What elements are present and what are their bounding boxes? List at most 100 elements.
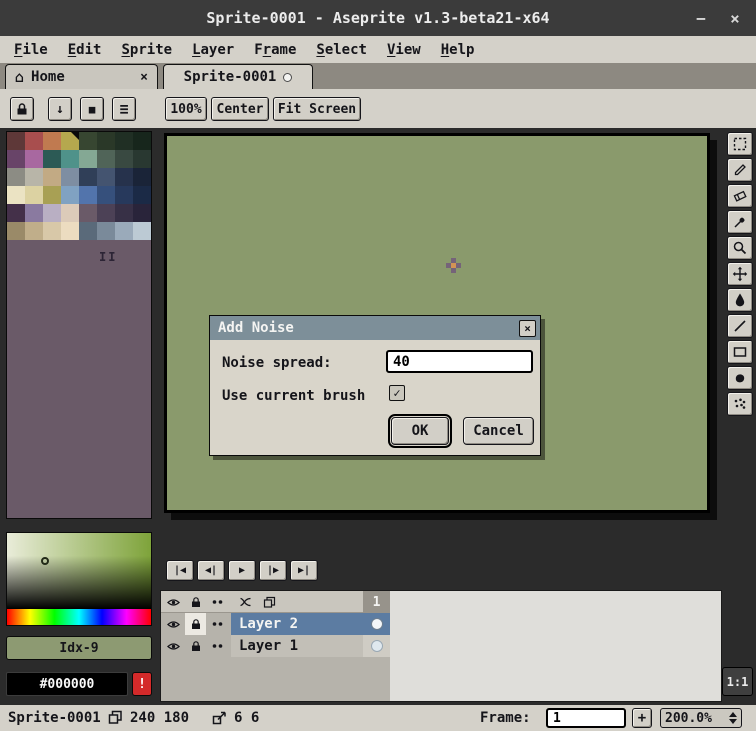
zoom-100-button[interactable]: 100% bbox=[165, 97, 207, 121]
minimize-button[interactable]: − bbox=[684, 0, 718, 36]
center-button[interactable]: Center bbox=[211, 97, 269, 121]
palette-swatch[interactable] bbox=[79, 222, 97, 240]
palette-swatch[interactable] bbox=[97, 222, 115, 240]
palette-swatch[interactable] bbox=[43, 222, 61, 240]
palette-swatch[interactable] bbox=[133, 204, 151, 222]
zoom-level-field[interactable]: 200.0% bbox=[660, 708, 742, 728]
palette-swatch[interactable] bbox=[25, 204, 43, 222]
skip-start-button[interactable]: |◀ bbox=[166, 560, 194, 581]
layer2-eye-icon[interactable] bbox=[163, 613, 184, 635]
palette-swatch[interactable] bbox=[97, 186, 115, 204]
palette-swatch[interactable] bbox=[43, 186, 61, 204]
fit-screen-button[interactable]: Fit Screen bbox=[273, 97, 361, 121]
palette-swatch[interactable] bbox=[61, 204, 79, 222]
palette-swatch[interactable] bbox=[115, 132, 133, 150]
hex-color-field[interactable]: #000000 bbox=[6, 672, 128, 696]
tool-line[interactable] bbox=[727, 314, 753, 338]
layer1-name[interactable]: Layer 1 bbox=[231, 635, 363, 657]
tool-paint-bucket[interactable] bbox=[727, 288, 753, 312]
menu-file[interactable]: File bbox=[4, 36, 58, 63]
menu-options-button[interactable]: ≡ bbox=[112, 97, 136, 121]
palette-swatch[interactable] bbox=[115, 222, 133, 240]
layer2-lock-icon[interactable] bbox=[185, 613, 206, 635]
palette-swatch[interactable] bbox=[43, 150, 61, 168]
palette-swatch[interactable] bbox=[133, 168, 151, 186]
menu-layer[interactable]: Layer bbox=[182, 36, 244, 63]
palette-swatch[interactable] bbox=[97, 204, 115, 222]
lock-header-icon[interactable] bbox=[185, 592, 206, 612]
palette-swatch[interactable] bbox=[61, 222, 79, 240]
palette-swatch[interactable] bbox=[61, 186, 79, 204]
tool-jumble[interactable] bbox=[727, 392, 753, 416]
palette-swatch[interactable] bbox=[115, 168, 133, 186]
layer-row-1[interactable]: Layer 1 bbox=[161, 635, 722, 657]
tool-contour[interactable] bbox=[727, 366, 753, 390]
add-frame-button[interactable]: + bbox=[632, 708, 652, 728]
layers-header-icon[interactable] bbox=[259, 592, 280, 612]
palette-swatch[interactable] bbox=[133, 222, 151, 240]
palette-swatch[interactable] bbox=[25, 132, 43, 150]
palette-swatch[interactable] bbox=[79, 132, 97, 150]
menu-help[interactable]: Help bbox=[431, 36, 485, 63]
menu-frame[interactable]: Frame bbox=[244, 36, 306, 63]
palette-swatch[interactable] bbox=[79, 150, 97, 168]
palette-swatch[interactable] bbox=[7, 222, 25, 240]
palette-swatch[interactable] bbox=[7, 186, 25, 204]
link-dots-header-icon[interactable] bbox=[207, 592, 228, 612]
palette-swatch[interactable] bbox=[115, 204, 133, 222]
tool-pencil[interactable] bbox=[727, 158, 753, 182]
satval-marker[interactable] bbox=[41, 557, 49, 565]
onion-skin-icon[interactable] bbox=[235, 592, 256, 612]
palette-swatch[interactable] bbox=[79, 168, 97, 186]
palette-swatch[interactable] bbox=[97, 150, 115, 168]
palette-swatch[interactable] bbox=[25, 186, 43, 204]
frame-number-header[interactable]: 1 bbox=[363, 591, 390, 613]
color-warning-button[interactable]: ! bbox=[132, 672, 152, 696]
layer2-link-dots-icon[interactable] bbox=[207, 613, 228, 635]
cancel-button[interactable]: Cancel bbox=[463, 417, 534, 445]
menu-select[interactable]: Select bbox=[306, 36, 377, 63]
palette-swatch[interactable] bbox=[79, 204, 97, 222]
arrow-down-button[interactable]: ↓ bbox=[48, 97, 72, 121]
dialog-title-bar[interactable]: Add Noise bbox=[210, 316, 540, 340]
palette-swatch[interactable] bbox=[97, 132, 115, 150]
palette-swatch[interactable] bbox=[7, 132, 25, 150]
palette-swatch[interactable] bbox=[61, 150, 79, 168]
palette-swatch[interactable] bbox=[133, 186, 151, 204]
palette-swatch[interactable] bbox=[25, 150, 43, 168]
menu-sprite[interactable]: Sprite bbox=[111, 36, 182, 63]
tool-move[interactable] bbox=[727, 262, 753, 286]
square-button[interactable]: ■ bbox=[80, 97, 104, 121]
palette-swatch[interactable] bbox=[79, 186, 97, 204]
palette-swatch[interactable] bbox=[133, 150, 151, 168]
skip-end-button[interactable]: ▶| bbox=[290, 560, 318, 581]
palette-swatch[interactable] bbox=[43, 132, 61, 150]
prev-frame-button[interactable]: ◀| bbox=[197, 560, 225, 581]
tool-eyedropper[interactable] bbox=[727, 210, 753, 234]
tool-rectangle[interactable] bbox=[727, 340, 753, 364]
zoom-spinner-icon[interactable] bbox=[729, 712, 737, 724]
use-current-brush-checkbox[interactable]: ✓ bbox=[389, 385, 405, 401]
tool-eraser[interactable] bbox=[727, 184, 753, 208]
layer2-name[interactable]: Layer 2 bbox=[231, 613, 363, 635]
noise-spread-input[interactable] bbox=[386, 350, 533, 373]
dialog-close-button[interactable]: × bbox=[519, 320, 536, 337]
tool-rectangular-marquee[interactable] bbox=[727, 132, 753, 156]
saturation-value-box[interactable] bbox=[7, 533, 151, 609]
next-frame-button[interactable]: |▶ bbox=[259, 560, 287, 581]
tab-sprite[interactable]: Sprite-0001 bbox=[163, 64, 313, 89]
eye-header-icon[interactable] bbox=[163, 592, 184, 612]
layer1-cel[interactable] bbox=[363, 635, 390, 657]
lock-button[interactable] bbox=[10, 97, 34, 121]
palette-swatch[interactable] bbox=[115, 186, 133, 204]
palette-swatch[interactable] bbox=[7, 204, 25, 222]
frame-input[interactable] bbox=[546, 708, 626, 728]
palette-swatch[interactable] bbox=[115, 150, 133, 168]
palette-swatch[interactable] bbox=[61, 168, 79, 186]
palette-swatch[interactable] bbox=[43, 204, 61, 222]
palette-swatch[interactable] bbox=[97, 168, 115, 186]
palette-index-button[interactable]: Idx-9 bbox=[6, 636, 152, 660]
layer1-eye-icon[interactable] bbox=[163, 635, 184, 657]
tool-zoom[interactable] bbox=[727, 236, 753, 260]
tab-home-close-icon[interactable]: × bbox=[140, 70, 148, 85]
